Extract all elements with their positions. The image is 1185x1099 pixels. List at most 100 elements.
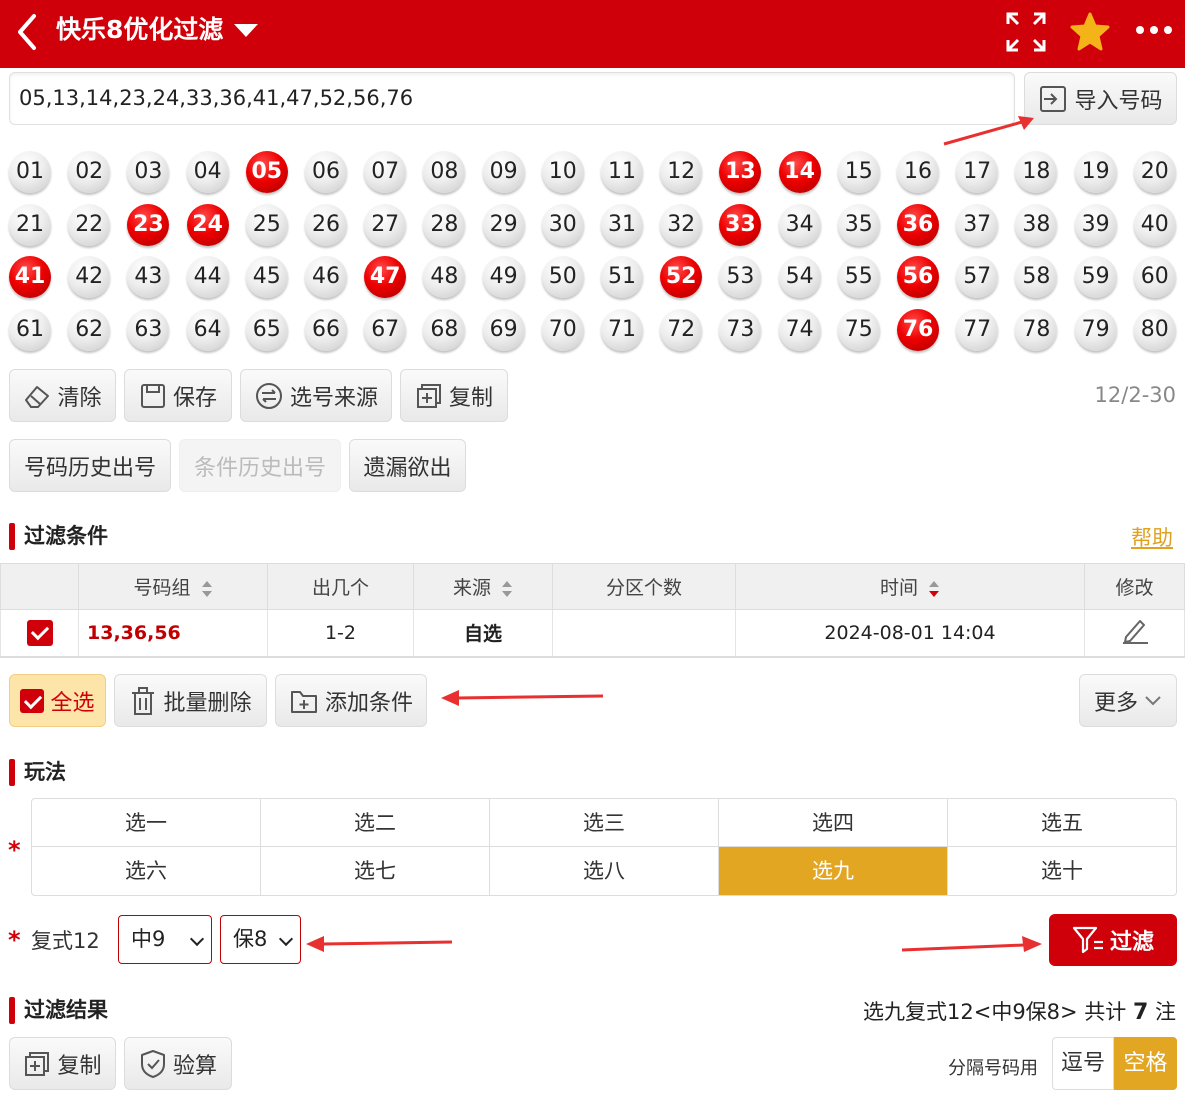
number-ball[interactable]: 58 — [1015, 256, 1058, 299]
play-option[interactable]: 选三 — [490, 799, 719, 847]
number-ball[interactable]: 48 — [423, 256, 466, 299]
number-ball[interactable]: 73 — [719, 309, 762, 352]
more-menu-icon[interactable] — [1132, 10, 1176, 54]
save-button[interactable]: 保存 — [124, 369, 232, 422]
number-ball[interactable]: 50 — [541, 256, 584, 299]
missing-numbers-button[interactable]: 遗漏欲出 — [349, 439, 466, 492]
back-arrow-icon[interactable] — [12, 12, 42, 52]
number-ball[interactable]: 47 — [364, 256, 407, 299]
number-ball[interactable]: 49 — [482, 256, 525, 299]
column-header-source[interactable]: 来源 — [413, 563, 553, 610]
number-ball[interactable]: 05 — [245, 151, 288, 193]
filter-button[interactable]: 过滤 — [1049, 914, 1177, 966]
column-header-time[interactable]: 时间 — [735, 563, 1085, 610]
separator-comma-option[interactable]: 逗号 — [1052, 1037, 1114, 1090]
number-ball[interactable]: 46 — [305, 256, 347, 299]
number-ball[interactable]: 35 — [837, 203, 880, 246]
copy-button[interactable]: 复制 — [400, 369, 508, 422]
number-ball[interactable]: 67 — [364, 309, 407, 352]
number-ball[interactable]: 11 — [601, 151, 643, 193]
number-ball[interactable]: 45 — [245, 256, 288, 299]
separator-space-option[interactable]: 空格 — [1114, 1037, 1177, 1090]
number-ball[interactable]: 23 — [127, 203, 170, 246]
number-ball[interactable]: 12 — [660, 151, 703, 193]
more-button[interactable]: 更多 — [1079, 674, 1177, 727]
number-ball[interactable]: 63 — [127, 309, 170, 352]
number-ball[interactable]: 44 — [186, 256, 229, 299]
title-dropdown-icon[interactable] — [234, 24, 258, 37]
number-ball[interactable]: 69 — [482, 309, 525, 352]
fullscreen-icon[interactable] — [1004, 10, 1048, 54]
number-ball[interactable]: 15 — [837, 151, 880, 193]
number-ball[interactable]: 60 — [1133, 256, 1176, 299]
number-ball[interactable]: 76 — [897, 309, 939, 352]
help-link[interactable]: 帮助 — [1131, 522, 1173, 552]
play-option[interactable]: 选一 — [32, 799, 261, 847]
number-ball[interactable]: 59 — [1074, 256, 1117, 299]
number-ball[interactable]: 71 — [601, 309, 643, 352]
edit-pencil-icon[interactable] — [1120, 615, 1150, 645]
number-ball[interactable]: 01 — [9, 151, 51, 193]
number-ball[interactable]: 07 — [364, 151, 407, 193]
play-option[interactable]: 选七 — [261, 847, 490, 895]
number-ball[interactable]: 13 — [719, 151, 762, 193]
number-ball[interactable]: 26 — [305, 203, 347, 246]
number-ball[interactable]: 09 — [482, 151, 525, 193]
number-ball[interactable]: 68 — [423, 309, 466, 352]
number-ball[interactable]: 37 — [956, 203, 999, 246]
number-ball[interactable]: 56 — [897, 256, 939, 299]
number-ball[interactable]: 43 — [127, 256, 170, 299]
number-ball[interactable]: 34 — [778, 203, 821, 246]
guarantee-select[interactable]: 保8 — [220, 915, 301, 964]
select-all-button[interactable]: 全选 — [9, 674, 106, 727]
number-history-button[interactable]: 号码历史出号 — [9, 439, 171, 492]
number-ball[interactable]: 41 — [9, 256, 51, 299]
number-ball[interactable]: 17 — [956, 151, 999, 193]
row-checkbox-cell[interactable] — [0, 609, 79, 658]
number-ball[interactable]: 33 — [719, 203, 762, 246]
page-title[interactable]: 快乐8优化过滤 — [56, 12, 223, 48]
clear-button[interactable]: 清除 — [9, 369, 116, 422]
number-ball[interactable]: 62 — [68, 309, 111, 352]
number-ball[interactable]: 28 — [423, 203, 466, 246]
number-ball[interactable]: 77 — [956, 309, 999, 352]
verify-button[interactable]: 验算 — [124, 1037, 232, 1090]
number-ball[interactable]: 06 — [305, 151, 347, 193]
number-ball[interactable]: 66 — [305, 309, 347, 352]
number-ball[interactable]: 22 — [68, 203, 111, 246]
number-ball[interactable]: 25 — [245, 203, 288, 246]
number-ball[interactable]: 52 — [660, 256, 703, 299]
number-ball[interactable]: 02 — [68, 151, 111, 193]
number-ball[interactable]: 74 — [778, 309, 821, 352]
number-ball[interactable]: 79 — [1074, 309, 1117, 352]
play-option[interactable]: 选四 — [719, 799, 948, 847]
number-ball[interactable]: 20 — [1133, 151, 1176, 193]
number-ball[interactable]: 64 — [186, 309, 229, 352]
number-ball[interactable]: 72 — [660, 309, 703, 352]
number-ball[interactable]: 30 — [541, 203, 584, 246]
number-ball[interactable]: 65 — [245, 309, 288, 352]
number-ball[interactable]: 78 — [1015, 309, 1058, 352]
number-ball[interactable]: 27 — [364, 203, 407, 246]
row-edit-cell[interactable] — [1084, 609, 1185, 658]
number-ball[interactable]: 61 — [9, 309, 51, 352]
number-ball[interactable]: 32 — [660, 203, 703, 246]
result-copy-button[interactable]: 复制 — [9, 1037, 116, 1090]
number-ball[interactable]: 31 — [601, 203, 643, 246]
numbers-input[interactable]: 05,13,14,23,24,33,36,41,47,52,56,76 — [9, 72, 1015, 125]
play-option[interactable]: 选五 — [948, 799, 1176, 847]
number-ball[interactable]: 53 — [719, 256, 762, 299]
condition-history-button[interactable]: 条件历史出号 — [179, 439, 341, 492]
hit-select[interactable]: 中9 — [118, 915, 212, 964]
number-ball[interactable]: 51 — [601, 256, 643, 299]
play-option[interactable]: 选二 — [261, 799, 490, 847]
number-ball[interactable]: 57 — [956, 256, 999, 299]
play-option[interactable]: 选六 — [32, 847, 261, 895]
batch-delete-button[interactable]: 批量删除 — [114, 674, 267, 727]
number-ball[interactable]: 54 — [778, 256, 821, 299]
number-ball[interactable]: 75 — [837, 309, 880, 352]
number-ball[interactable]: 10 — [541, 151, 584, 193]
play-option[interactable]: 选九 — [719, 847, 948, 895]
number-source-button[interactable]: 选号来源 — [240, 369, 392, 422]
number-ball[interactable]: 70 — [541, 309, 584, 352]
